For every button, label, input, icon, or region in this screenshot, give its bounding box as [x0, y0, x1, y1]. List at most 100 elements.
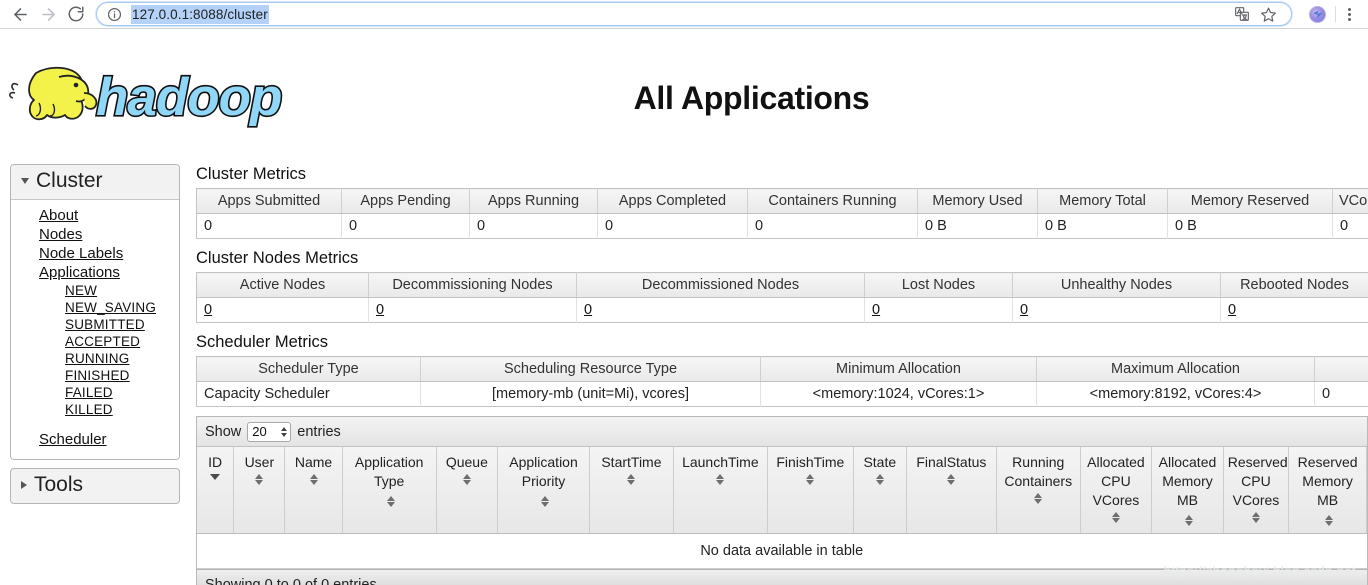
- col-start-time-label: StartTime: [601, 454, 662, 470]
- entries-label: entries: [297, 423, 341, 440]
- sort-neutral-icon: [1085, 512, 1148, 523]
- toolbar-divider: [1335, 6, 1336, 22]
- col-maximum-allocation: Maximum Allocation: [1036, 356, 1315, 382]
- col-apps-pending: Apps Pending: [341, 188, 470, 214]
- val-containers-running: 0: [747, 213, 918, 239]
- col-application-priority[interactable]: Application Priority: [497, 447, 591, 534]
- col-allocated-memory-mb-label: Allocated Memory MB: [1158, 454, 1217, 508]
- cluster-metrics-row: 0 0 0 0 0 0 B 0 B 0 B 0: [196, 213, 1368, 239]
- col-name-label: Name: [294, 454, 333, 470]
- col-state[interactable]: State: [853, 447, 907, 534]
- col-application-type-label: Application Type: [354, 454, 424, 489]
- sidebar-item-state-finished[interactable]: FINISHED: [11, 367, 179, 384]
- val-scheduling-resource-type: [memory-mb (unit=Mi), vcores]: [420, 381, 761, 407]
- col-scheduling-resource-type: Scheduling Resource Type: [420, 356, 761, 382]
- col-id-label: ID: [208, 454, 223, 470]
- col-allocated-cpu-vcores[interactable]: Allocated CPU VCores: [1080, 447, 1153, 534]
- sort-neutral-icon: [238, 474, 280, 485]
- val-decommissioned-nodes[interactable]: 0: [584, 302, 592, 318]
- col-start-time[interactable]: StartTime: [589, 447, 674, 534]
- url-text[interactable]: 127.0.0.1:8088/cluster: [131, 4, 269, 24]
- sort-desc-icon: [210, 474, 221, 480]
- col-final-status-label: FinalStatus: [916, 454, 987, 470]
- col-reserved-memory-mb[interactable]: Reserved Memory MB: [1288, 447, 1367, 534]
- cluster-metrics-table: Apps Submitted Apps Pending Apps Running…: [196, 188, 1368, 239]
- site-info-icon[interactable]: [107, 7, 122, 22]
- sort-neutral-icon: [1228, 512, 1284, 523]
- col-finish-time[interactable]: FinishTime: [767, 447, 854, 534]
- cluster-nodes-header-row: Active Nodes Decommissioning Nodes Decom…: [196, 272, 1368, 298]
- col-scheduler-type: Scheduler Type: [196, 356, 421, 382]
- col-minimum-allocation: Minimum Allocation: [760, 356, 1037, 382]
- col-reserved-cpu-vcores-label: Reserved CPU VCores: [1227, 454, 1288, 508]
- sidebar-item-state-accepted[interactable]: ACCEPTED: [11, 333, 179, 350]
- sidebar-item-state-killed[interactable]: KILLED: [11, 401, 179, 418]
- datatable-length-control: Show 20 40 60 80 100 entries: [197, 417, 1367, 447]
- col-allocated-cpu-vcores-label: Allocated CPU VCores: [1087, 454, 1145, 508]
- col-decommissioned-nodes: Decommissioned Nodes: [576, 272, 865, 298]
- val-minimum-allocation: <memory:1024, vCores:1>: [760, 381, 1037, 407]
- col-vcores-used: VCores Used: [1332, 188, 1368, 214]
- sort-neutral-icon: [858, 474, 902, 485]
- sort-neutral-icon: [386, 495, 395, 508]
- sort-neutral-icon: [441, 474, 493, 485]
- page-size-select[interactable]: 20 40 60 80 100: [247, 421, 292, 442]
- reload-button[interactable]: [62, 0, 90, 28]
- applications-header-row: ID User Name Application Type Queue Appl…: [197, 447, 1367, 534]
- sort-neutral-icon: [911, 474, 992, 485]
- sort-neutral-icon: [772, 474, 849, 485]
- profile-avatar[interactable]: [1309, 5, 1326, 23]
- col-finish-time-label: FinishTime: [776, 454, 845, 470]
- elephant-icon: [9, 66, 98, 121]
- sidebar-item-state-new-saving[interactable]: NEW_SAVING: [11, 299, 179, 316]
- col-id[interactable]: ID: [197, 447, 235, 534]
- sidebar-item-nodes[interactable]: Nodes: [11, 225, 179, 244]
- val-decommissioning-nodes[interactable]: 0: [376, 302, 384, 318]
- val-unhealthy-nodes[interactable]: 0: [1020, 302, 1028, 318]
- val-rebooted-nodes[interactable]: 0: [1228, 302, 1236, 318]
- col-user[interactable]: User: [233, 447, 286, 534]
- show-label: Show: [205, 423, 242, 440]
- scheduler-metrics-header-row: Scheduler Type Scheduling Resource Type …: [196, 356, 1368, 382]
- cluster-nav-header[interactable]: Cluster: [11, 165, 179, 200]
- watermark: https://zhangboyi.blog.csdn.net: [1163, 564, 1356, 579]
- sidebar-item-state-new[interactable]: NEW: [11, 282, 179, 299]
- val-lost-nodes[interactable]: 0: [872, 302, 880, 318]
- col-final-status[interactable]: FinalStatus: [906, 447, 997, 534]
- page-body: hadoop All Applications Cluster About No…: [0, 29, 1368, 585]
- bookmark-star-icon[interactable]: [1255, 3, 1281, 25]
- col-application-priority-label: Application Priority: [509, 454, 578, 489]
- col-lost-nodes: Lost Nodes: [864, 272, 1013, 298]
- col-launch-time[interactable]: LaunchTime: [673, 447, 768, 534]
- address-bar[interactable]: 127.0.0.1:8088/cluster: [96, 2, 1292, 26]
- col-name[interactable]: Name: [284, 447, 343, 534]
- forward-button[interactable]: [34, 0, 62, 28]
- col-application-type[interactable]: Application Type: [342, 447, 437, 534]
- col-queue[interactable]: Queue: [436, 447, 499, 534]
- col-launch-time-label: LaunchTime: [682, 454, 759, 470]
- col-allocated-memory-mb[interactable]: Allocated Memory MB: [1151, 447, 1224, 534]
- back-button[interactable]: [6, 0, 34, 28]
- browser-menu-icon[interactable]: [1338, 2, 1360, 26]
- translate-icon[interactable]: [1229, 3, 1255, 25]
- cluster-nodes-metrics-table: Active Nodes Decommissioning Nodes Decom…: [196, 272, 1368, 323]
- sidebar-item-node-labels[interactable]: Node Labels: [11, 244, 179, 263]
- sidebar-item-applications[interactable]: Applications: [11, 263, 179, 282]
- col-running-containers[interactable]: Running Containers: [996, 447, 1081, 534]
- cluster-nodes-metrics-title: Cluster Nodes Metrics: [196, 249, 359, 267]
- sidebar-item-state-running[interactable]: RUNNING: [11, 350, 179, 367]
- col-containers-running: Containers Running: [747, 188, 918, 214]
- sidebar-item-about[interactable]: About: [11, 206, 179, 225]
- sidebar-item-scheduler[interactable]: Scheduler: [11, 430, 179, 449]
- sidebar-item-state-failed[interactable]: FAILED: [11, 384, 179, 401]
- col-apps-submitted: Apps Submitted: [196, 188, 342, 214]
- tools-nav-header[interactable]: Tools: [10, 468, 180, 504]
- sort-neutral-icon: [1325, 514, 1334, 527]
- col-reserved-cpu-vcores[interactable]: Reserved CPU VCores: [1223, 447, 1290, 534]
- scheduler-metrics-title: Scheduler Metrics: [196, 333, 329, 351]
- val-active-nodes[interactable]: 0: [204, 302, 212, 318]
- col-maximum-cluster-priority: [1314, 356, 1368, 382]
- page-header: hadoop All Applications: [0, 29, 1368, 129]
- col-decommissioning-nodes: Decommissioning Nodes: [368, 272, 577, 298]
- sidebar-item-state-submitted[interactable]: SUBMITTED: [11, 316, 179, 333]
